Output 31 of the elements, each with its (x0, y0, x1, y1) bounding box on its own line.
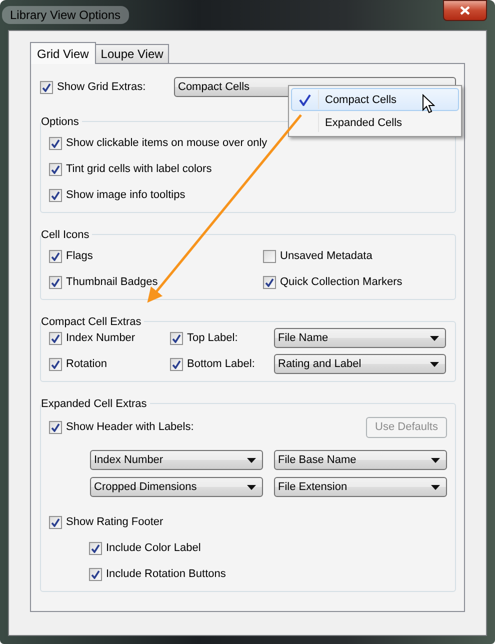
tab[interactable]: Grid View (30, 42, 96, 64)
checkbox-label: Quick Collection Markers (280, 276, 402, 288)
checkbox-label: Unsaved Metadata (280, 250, 372, 262)
tab[interactable]: Loupe View (94, 44, 170, 63)
checkbox-label: Show Rating Footer (66, 516, 164, 528)
checkbox-label: Thumbnail Badges (66, 276, 158, 288)
group-title: Cell Icons (41, 229, 92, 241)
menu-item[interactable]: Expanded Cells (291, 111, 459, 134)
checkbox-label: Flags (66, 250, 93, 262)
checkbox-label: Index Number (66, 332, 136, 344)
window-title: Library View Options (2, 6, 128, 24)
dropdown[interactable]: File Name (274, 328, 446, 348)
checkbox-label: Show clickable items on mouse over only (66, 137, 268, 149)
checkbox-label: Show Grid Extras: (57, 81, 146, 93)
dropdown[interactable]: File Base Name (274, 450, 447, 470)
menu-item[interactable]: Compact Cells (291, 88, 459, 111)
checkbox-label: Show Header with Labels: (66, 421, 194, 433)
checkbox-label: Include Rotation Buttons (106, 568, 226, 580)
group-title: Options (41, 116, 82, 128)
checkbox-label: Rotation (66, 358, 107, 370)
dropdown[interactable]: Index Number (90, 450, 263, 470)
dropdown[interactable]: Rating and Label (274, 354, 446, 374)
group-title: Expanded Cell Extras (41, 398, 150, 410)
group-title: Compact Cell Extras (41, 316, 144, 328)
dropdown[interactable]: Cropped Dimensions (90, 477, 263, 497)
checkbox-label: Tint grid cells with label colors (66, 163, 212, 175)
checkbox-label: Top Label: (187, 332, 238, 344)
checkbox-label: Bottom Label: (187, 358, 255, 370)
checkbox-label: Include Color Label (106, 542, 201, 554)
dropdown[interactable]: File Extension (274, 477, 447, 497)
checkbox-label: Show image info tooltips (66, 189, 186, 201)
